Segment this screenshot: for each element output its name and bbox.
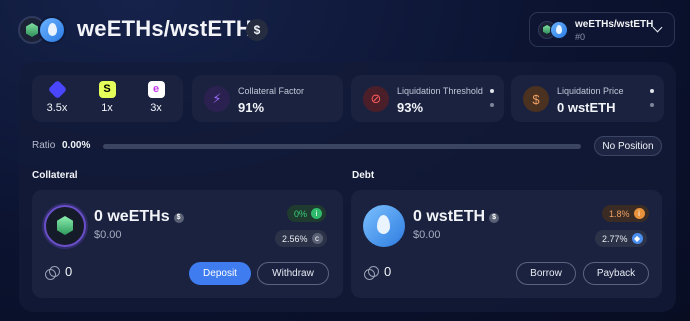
debt-card: 0 wstETH $ $0.00 1.8% i 2.77% ◆ 0 Borrow …: [351, 190, 662, 298]
etherfi-icon: e: [147, 81, 165, 98]
coins-icon: [45, 266, 60, 280]
collateral-usd: $0.00: [94, 229, 122, 241]
info-dot-icon[interactable]: [490, 103, 494, 107]
info-dot-icon[interactable]: [650, 103, 654, 107]
debt-amount: 0 wstETH $: [413, 208, 500, 226]
multiplier-renzo: 3.5x: [37, 79, 77, 114]
collateral-factor-value: 91%: [238, 100, 265, 115]
debt-usd: $0.00: [413, 229, 441, 241]
market-selector[interactable]: weETHs/wstETH #0: [529, 12, 675, 47]
market-id: #0: [575, 32, 586, 42]
coin-icon: c: [311, 233, 323, 244]
currency-toggle-button[interactable]: $: [246, 19, 268, 41]
wsteth-logo-icon: [38, 16, 66, 44]
wsteth-mini-icon: ◆: [631, 233, 643, 244]
prohibited-icon: ⊘: [363, 86, 389, 112]
dollar-mini-icon: $: [489, 213, 500, 223]
multiplier-etherfi: e 3x: [136, 81, 176, 114]
liquidation-price-label: Liquidation Price: [557, 86, 624, 96]
apy-value: 0%: [294, 208, 308, 219]
multiplier-value: 3x: [150, 102, 162, 114]
pair-logos: [18, 15, 70, 45]
ratio-label: Ratio: [32, 140, 56, 151]
ratio-bar: [103, 144, 581, 149]
rate-value: 2.56%: [282, 233, 308, 244]
deposit-button[interactable]: Deposit: [189, 262, 251, 285]
symbiotic-icon: S: [98, 81, 116, 98]
info-dot-icon[interactable]: [490, 89, 494, 93]
position-status-badge: No Position: [594, 136, 662, 156]
debt-rate-pill[interactable]: 2.77% ◆: [595, 230, 647, 247]
debt-amount-text: 0 wstETH: [413, 208, 486, 225]
wsteth-token-icon: [363, 205, 405, 247]
collateral-rate-pill[interactable]: 2.56% c: [275, 230, 327, 247]
debt-section-label: Debt: [352, 170, 375, 181]
apy-value: 1.8%: [609, 208, 630, 219]
info-icon: i: [633, 208, 645, 219]
debt-apy-pill[interactable]: 1.8% i: [602, 205, 649, 222]
multiplier-symbiotic: S 1x: [87, 81, 127, 114]
multiplier-value: 1x: [101, 102, 113, 114]
rate-value: 2.77%: [602, 233, 628, 244]
collateral-coins-value: 0: [65, 264, 73, 279]
market-logos: [538, 20, 572, 40]
collateral-factor-label: Collateral Factor: [238, 86, 305, 96]
page-title: weETHs/wstETH: [77, 16, 252, 41]
weeths-token-icon: [44, 205, 86, 247]
collateral-amount: 0 weETHs $: [94, 208, 184, 226]
liquidation-price-card: $ Liquidation Price 0 wstETH: [511, 75, 664, 122]
info-dot-icon[interactable]: [650, 89, 654, 93]
market-name: weETHs/wstETH: [575, 19, 654, 30]
liquidation-threshold-card: ⊘ Liquidation Threshold 93%: [351, 75, 504, 122]
liquidation-price-value: 0 wstETH: [557, 100, 616, 115]
wsteth-logo-icon: [550, 21, 568, 39]
liquidation-threshold-label: Liquidation Threshold: [397, 86, 483, 96]
chevron-down-icon: [652, 22, 663, 33]
ratio-value: 0.00%: [62, 140, 91, 151]
dollar-icon: $: [523, 86, 549, 112]
collateral-amount-text: 0 weETHs: [94, 208, 170, 225]
collateral-card: 0 weETHs $ $0.00 0% i 2.56% c 0 Deposit W…: [32, 190, 343, 298]
debt-coins-value: 0: [384, 264, 392, 279]
borrow-button[interactable]: Borrow: [516, 262, 576, 285]
lightning-icon: ⚡: [204, 86, 230, 112]
multiplier-value: 3.5x: [46, 102, 68, 114]
points-multipliers: 3.5x S 1x e 3x: [32, 75, 183, 122]
renzo-icon: [47, 79, 67, 100]
coins-icon: [364, 266, 379, 280]
collateral-factor-card: ⚡ Collateral Factor 91%: [192, 75, 343, 122]
collateral-apy-pill[interactable]: 0% i: [287, 205, 327, 222]
dollar-mini-icon: $: [173, 213, 184, 223]
payback-button[interactable]: Payback: [583, 262, 649, 285]
liquidation-threshold-value: 93%: [397, 100, 424, 115]
info-icon: i: [311, 208, 323, 219]
collateral-section-label: Collateral: [32, 170, 78, 181]
withdraw-button[interactable]: Withdraw: [257, 262, 329, 285]
